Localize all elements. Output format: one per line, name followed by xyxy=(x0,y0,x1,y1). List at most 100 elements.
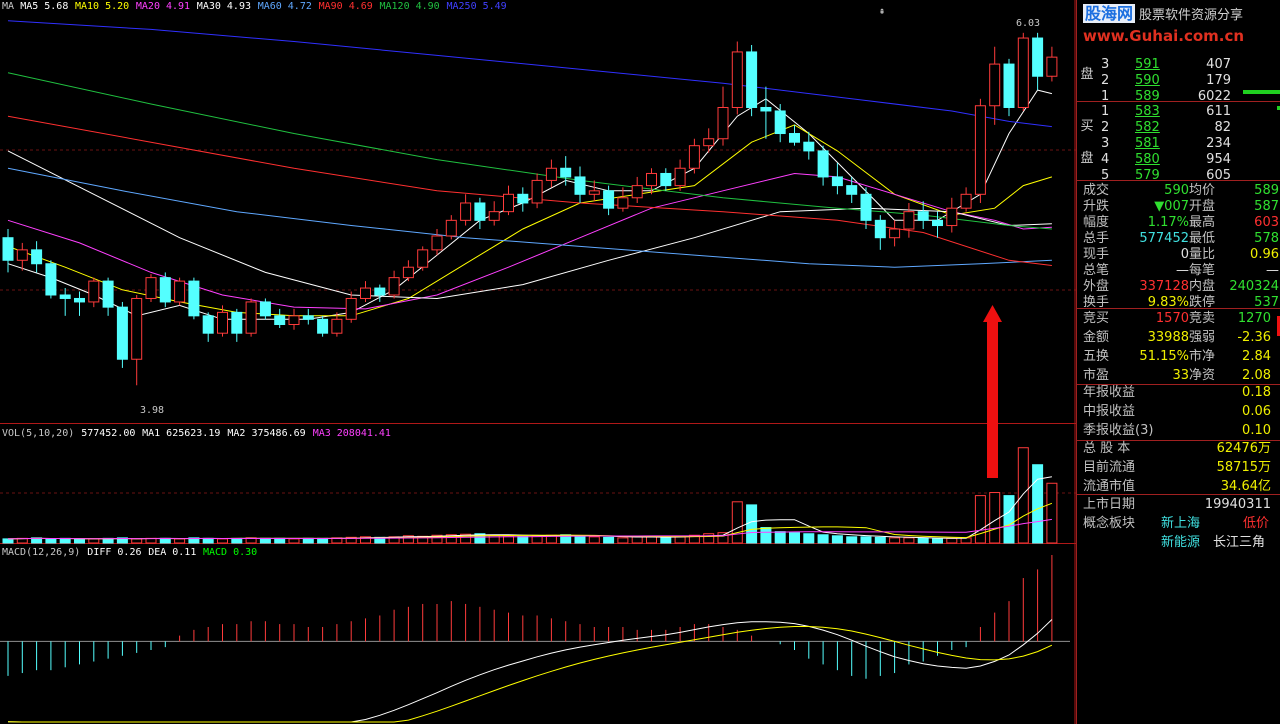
concept-tag-1[interactable]: 新上海 xyxy=(1161,514,1200,533)
volume-bar[interactable] xyxy=(202,537,214,544)
volume-bar[interactable] xyxy=(603,536,615,544)
volume-bar[interactable] xyxy=(217,538,228,544)
volume-bar[interactable] xyxy=(817,534,829,544)
volume-bar[interactable] xyxy=(2,538,14,544)
header-label: MA3 208041.41 xyxy=(313,428,391,439)
volume-bar[interactable] xyxy=(574,535,586,544)
ma-line-ma90 xyxy=(7,115,1052,266)
volume-bar[interactable] xyxy=(974,495,986,544)
volume-bar[interactable] xyxy=(259,537,271,544)
earnings-value: 0.10 xyxy=(1242,423,1271,438)
concept-tag-2[interactable]: 低价 xyxy=(1243,514,1269,533)
volume-bar[interactable] xyxy=(717,532,729,544)
volume-bar[interactable] xyxy=(1017,447,1029,544)
red-up-arrow xyxy=(983,305,1002,478)
volume-bar[interactable] xyxy=(1032,464,1044,544)
candle-body xyxy=(717,106,729,140)
volume-bar[interactable] xyxy=(45,538,57,544)
volume-bar[interactable] xyxy=(517,535,529,544)
volume-bar[interactable] xyxy=(1046,482,1058,544)
ma-line-ma120 xyxy=(7,72,1052,230)
concept-label: 概念板块 xyxy=(1083,516,1136,531)
candle-body xyxy=(746,51,758,108)
volume-bar[interactable] xyxy=(317,537,329,544)
candle-body xyxy=(88,280,100,303)
volume-bar[interactable] xyxy=(932,538,943,544)
volume-bar[interactable] xyxy=(703,533,715,544)
volume-bar[interactable] xyxy=(674,536,686,544)
candle-body xyxy=(2,237,14,261)
volume-bar[interactable] xyxy=(88,538,100,544)
candle-body xyxy=(31,249,43,265)
volume-bar[interactable] xyxy=(302,537,314,544)
volume-bar[interactable] xyxy=(1003,495,1015,544)
volume-bar[interactable] xyxy=(774,531,786,544)
volume-bar[interactable] xyxy=(903,537,915,544)
candle-body xyxy=(517,193,529,204)
candle-body xyxy=(889,228,901,239)
volume-bar[interactable] xyxy=(131,538,143,544)
auction-value-right: 1270 xyxy=(1237,311,1271,326)
volume-bar[interactable] xyxy=(159,537,171,544)
quote-panel: 股海网 股票软件资源分享 www.Guhai.com.cn 盘 3 591 407 2 5… xyxy=(1076,0,1280,724)
volume-bar[interactable] xyxy=(846,536,858,544)
stock-chart[interactable]: MA MA5 5.68 MA10 5.20 MA20 4.91 MA30 4.93 MA6… xyxy=(0,0,1076,724)
volume-bars[interactable] xyxy=(2,447,1058,544)
volume-bar[interactable] xyxy=(989,492,1001,544)
volume-bar[interactable] xyxy=(631,536,643,544)
volume-bar[interactable] xyxy=(59,537,71,544)
volume-bar[interactable] xyxy=(588,536,600,544)
candle-body xyxy=(989,63,1001,107)
candle-body xyxy=(288,315,300,326)
candle-body xyxy=(445,219,457,237)
volume-bar[interactable] xyxy=(660,536,672,544)
candle-body xyxy=(817,150,829,178)
candle-body xyxy=(560,167,572,178)
volume-ma-line xyxy=(7,502,1053,540)
volume-bar[interactable] xyxy=(174,538,186,544)
volume-bar[interactable] xyxy=(917,537,929,544)
volume-bar[interactable] xyxy=(889,537,901,544)
volume-bar[interactable] xyxy=(946,537,958,544)
auction-label: 五换 xyxy=(1083,349,1110,364)
candle-body xyxy=(603,190,615,209)
volume-bar[interactable] xyxy=(731,501,743,544)
volume-bar[interactable] xyxy=(760,527,772,544)
volume-bar[interactable] xyxy=(617,537,629,544)
volume-bar[interactable] xyxy=(803,533,815,544)
volume-bar[interactable] xyxy=(274,537,286,544)
volume-bar[interactable] xyxy=(746,504,758,544)
candle-body xyxy=(188,280,200,317)
ma-line-ma250 xyxy=(7,20,1052,128)
concept-tag-3[interactable]: 新能源 xyxy=(1161,533,1200,552)
volume-bar[interactable] xyxy=(831,535,843,544)
header-label: MA250 5.49 xyxy=(447,1,507,12)
sell-volume-bar xyxy=(1243,90,1280,94)
high-price-label: 6.03 xyxy=(1016,18,1040,29)
watermark: 股海网 股票软件资源分享 www.Guhai.com.cn xyxy=(1083,2,1279,46)
candle-body xyxy=(174,280,186,303)
header-label: MA2 375486.69 xyxy=(227,428,305,439)
candle-body xyxy=(760,106,772,112)
watermark-url: www.Guhai.com.cn xyxy=(1083,27,1245,45)
concept-row-2: 新能源 长江三角 xyxy=(1077,533,1280,552)
volume-bar[interactable] xyxy=(74,538,85,544)
volume-bar[interactable] xyxy=(860,536,872,544)
auction-label-right: 市净 xyxy=(1189,349,1216,364)
candle-body xyxy=(803,141,815,152)
volume-bar[interactable] xyxy=(288,538,300,544)
ma-line-ma60 xyxy=(7,167,1052,268)
concept-tag-4[interactable]: 长江三角 xyxy=(1213,533,1265,552)
volume-ma-line xyxy=(7,476,1052,540)
candle-body xyxy=(960,193,972,209)
candle-body xyxy=(360,287,371,299)
auction-value: 1570 xyxy=(1155,311,1189,326)
candle-body xyxy=(259,301,271,317)
chart-header-labels: MA MA5 5.68 MA10 5.20 MA20 4.91 MA30 4.93 MA6… xyxy=(2,1,507,558)
volume-bar[interactable] xyxy=(874,536,886,544)
candle-body xyxy=(388,277,400,296)
volume-bar[interactable] xyxy=(789,532,800,544)
volume-bar[interactable] xyxy=(231,537,243,544)
candle-body xyxy=(946,207,958,227)
candle-body xyxy=(116,306,128,360)
